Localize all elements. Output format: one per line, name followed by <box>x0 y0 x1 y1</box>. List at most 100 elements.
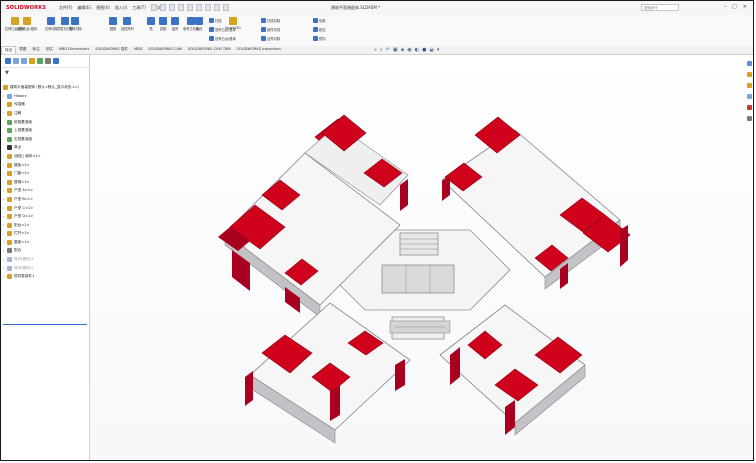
ribbon-tab[interactable]: 特征 <box>1 46 17 54</box>
menu-item[interactable]: 编辑(E) <box>77 5 91 11</box>
apply-scene-icon[interactable]: ◒ <box>430 47 434 53</box>
tree-item[interactable]: › 配合 <box>1 247 89 256</box>
previous-view-icon[interactable]: ↶ <box>386 47 390 53</box>
ribbon-small-button[interactable]: 相交 <box>313 27 326 32</box>
new-doc-icon[interactable] <box>151 4 157 11</box>
ribbon-tab[interactable]: 标注 <box>29 46 42 54</box>
view-orientation-icon[interactable]: ◈ <box>401 47 405 53</box>
dimxpert-tab-icon[interactable] <box>29 58 35 64</box>
undo-icon[interactable] <box>187 4 193 11</box>
tree-item[interactable]: › 户型 A<1> <box>1 187 89 196</box>
ribbon-small-button[interactable]: 包覆 <box>313 18 326 23</box>
display-manager-tab-icon[interactable] <box>37 58 43 64</box>
ribbon-tab[interactable]: 评估 <box>43 46 56 54</box>
ribbon-small-button[interactable]: 边界凸台/基体 <box>209 36 236 41</box>
hide-show-items-icon[interactable]: ◐ <box>415 47 419 53</box>
ribbon-button[interactable]: 抽壳 <box>171 17 179 31</box>
tree-item[interactable]: 传感器 <box>1 101 89 110</box>
ribbon-tab[interactable]: MBD Dimensions <box>56 46 92 54</box>
ribbon-tab[interactable]: MBD <box>131 46 145 54</box>
tree-item[interactable]: › 户型 C<1> <box>1 204 89 213</box>
print-icon[interactable] <box>178 4 184 11</box>
ribbon-tab[interactable]: SOLIDWORKS CAM <box>145 46 185 54</box>
ribbon-tab[interactable]: SOLIDWORKS CAM TBM <box>185 46 234 54</box>
tree-item[interactable]: › (固定) 墙体<1> <box>1 152 89 161</box>
view-palette-icon[interactable] <box>747 94 752 99</box>
tree-root[interactable]: 建筑平面装配体 (默认<默认_显示状态-1>) <box>3 83 79 92</box>
tree-item[interactable]: › 栏杆<1> <box>1 230 89 239</box>
tree-item[interactable]: › 阵列(圆周)1 <box>1 255 89 264</box>
ribbon-button[interactable]: 筋 <box>147 17 155 31</box>
menu-item[interactable]: 插入(I) <box>115 5 127 11</box>
tree-item[interactable]: › 户型 D<1> <box>1 212 89 221</box>
tree-item[interactable]: 原点 <box>1 144 89 153</box>
ribbon-small-button[interactable]: 放样凸台/基体 <box>209 27 236 32</box>
close-button[interactable]: × <box>743 4 747 10</box>
solidworks-window: SOLIDWORKS 文件(F) 编辑(E) 视图(V) 插入(I) 工具(T) 窗口(W… <box>0 0 754 461</box>
rebuild-icon[interactable] <box>214 4 220 11</box>
tree-item[interactable]: › 注解 <box>1 109 89 118</box>
section-view-icon[interactable]: ▣ <box>393 47 398 53</box>
zoom-to-fit-icon[interactable]: ⌕ <box>374 47 377 53</box>
tree-item[interactable]: 上视基准面 <box>1 126 89 135</box>
view-settings-icon[interactable]: ▾ <box>437 47 440 53</box>
ribbon-small-button[interactable]: 扫描 <box>209 18 222 23</box>
ribbon-button[interactable]: 线性阵列 <box>121 17 134 31</box>
open-doc-icon[interactable] <box>160 4 166 11</box>
tree-item[interactable]: › 楼梯<1> <box>1 178 89 187</box>
tree-item[interactable]: › 楼板<1> <box>1 161 89 170</box>
tree-item[interactable]: › 镜向零部件1 <box>1 272 89 281</box>
edit-appearance-icon[interactable]: ● <box>422 47 426 53</box>
rollback-bar[interactable] <box>3 324 87 325</box>
cam-tab-icon[interactable] <box>45 58 51 64</box>
maximize-button[interactable]: □ <box>732 4 737 10</box>
design-library-icon[interactable] <box>747 72 752 77</box>
app-logo[interactable]: SOLIDWORKS <box>6 5 46 11</box>
ribbon-button[interactable]: 旋转凸台/基体 <box>17 17 37 31</box>
menu-item[interactable]: 视图(V) <box>96 5 110 11</box>
tree-item[interactable]: › 户型 B<1> <box>1 195 89 204</box>
feature-tree-tab-icon[interactable] <box>5 58 11 64</box>
resources-icon[interactable] <box>747 61 752 66</box>
ribbon-button[interactable]: 拉伸切除 <box>45 17 58 31</box>
ribbon-button[interactable]: 旋转切除 <box>69 17 82 31</box>
zoom-area-icon[interactable]: ⌕ <box>380 47 383 53</box>
file-explorer-icon[interactable] <box>747 83 752 88</box>
property-manager-tab-icon[interactable] <box>13 58 19 64</box>
tree-item[interactable]: 前视基准面 <box>1 118 89 127</box>
ribbon-small-button[interactable]: 边界切除 <box>261 36 280 41</box>
graphics-area[interactable] <box>90 55 754 461</box>
minimize-button[interactable]: – <box>724 4 727 10</box>
ribbon-tab[interactable]: 草图 <box>16 46 29 54</box>
ribbon-small-button[interactable]: 镜向 <box>313 36 326 41</box>
ribbon-button[interactable]: 拔模 <box>159 17 167 31</box>
ribbon-tab[interactable]: SOLIDWORKS 插件 <box>92 46 131 54</box>
model-view[interactable] <box>90 55 754 461</box>
configuration-manager-tab-icon[interactable] <box>21 58 27 64</box>
menu-item[interactable]: 工具(T) <box>132 5 146 11</box>
tree-item[interactable]: › History <box>1 92 89 101</box>
assembly-icon <box>3 84 8 90</box>
menu-item[interactable]: 文件(F) <box>59 5 72 11</box>
tree-item[interactable]: › 阳台<1> <box>1 221 89 230</box>
tree-item-label: 门窗<1> <box>14 171 30 176</box>
tree-item[interactable]: › 阵列(圆周)2 <box>1 264 89 273</box>
tree-item[interactable]: 右视基准面 <box>1 135 89 144</box>
ribbon-tab[interactable]: SOLIDWORKS Inspection <box>234 46 284 54</box>
options-icon[interactable] <box>223 4 229 11</box>
select-icon[interactable] <box>205 4 211 11</box>
appearances-icon[interactable] <box>747 105 752 110</box>
ribbon-button[interactable]: 圆角 <box>109 17 117 31</box>
save-icon[interactable] <box>169 4 175 11</box>
redo-icon[interactable] <box>196 4 202 11</box>
tree-item[interactable]: › 屋面<1> <box>1 238 89 247</box>
ribbon-small-button[interactable]: 扫描切除 <box>261 18 280 23</box>
ribbon-button[interactable]: 曲线 <box>195 17 203 31</box>
filter-icon[interactable]: ▼ <box>5 70 85 76</box>
ribbon-small-button[interactable]: 放样切割 <box>261 27 280 32</box>
custom-properties-icon[interactable] <box>747 116 752 121</box>
inspection-tab-icon[interactable] <box>53 58 59 64</box>
tree-item[interactable]: › 门窗<1> <box>1 169 89 178</box>
display-style-icon[interactable]: ◉ <box>407 47 411 53</box>
search-commands-input[interactable]: 搜索命令 <box>641 4 679 11</box>
